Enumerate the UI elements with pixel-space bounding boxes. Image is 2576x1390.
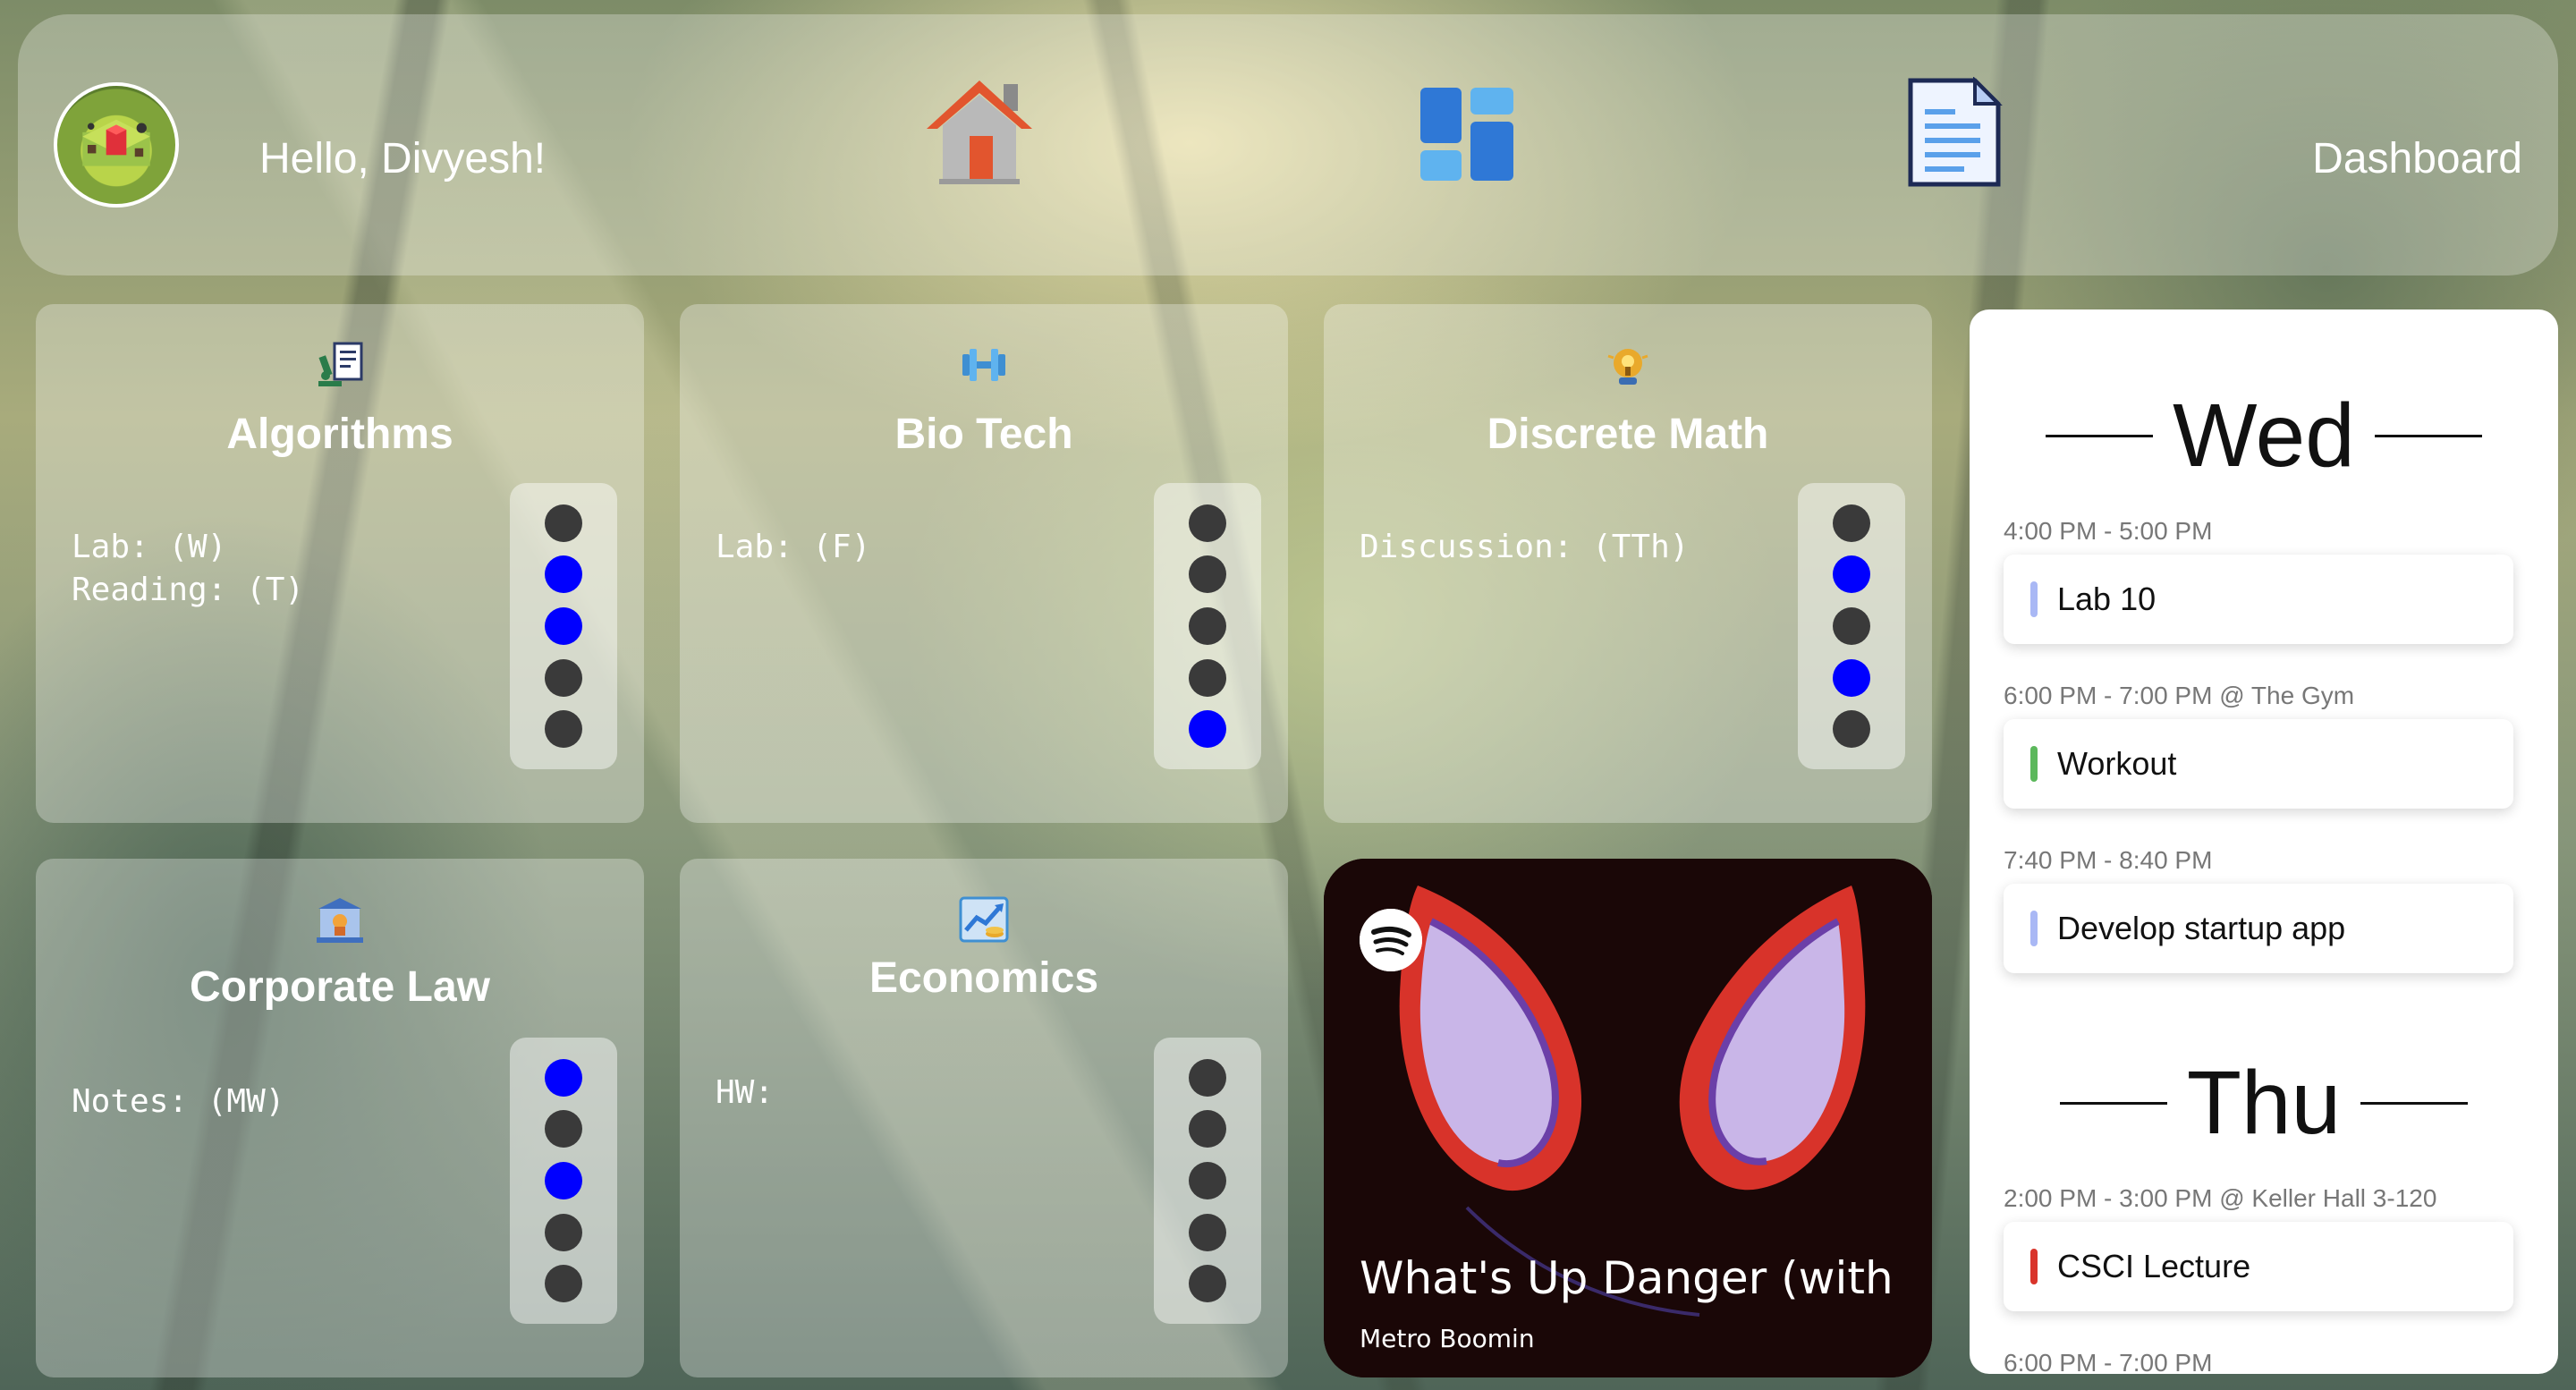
event-color-bar bbox=[2030, 911, 2038, 946]
progress-dot-filled[interactable] bbox=[545, 1058, 582, 1097]
lightbulb-head-icon bbox=[1607, 349, 1648, 385]
progress-dots bbox=[510, 483, 617, 769]
event-title: Develop startup app bbox=[2057, 910, 2346, 946]
event-time: 4:00 PM - 5:00 PM bbox=[2004, 517, 2213, 545]
avatar[interactable] bbox=[54, 82, 179, 208]
event-time: 6:00 PM - 7:00 PM @ The Gym bbox=[2004, 682, 2355, 709]
progress-dot-filled[interactable] bbox=[1189, 710, 1226, 749]
divider bbox=[2059, 1102, 2167, 1105]
courthouse-icon bbox=[317, 898, 363, 943]
progress-dot[interactable] bbox=[545, 1110, 582, 1148]
song-title: What's Up Danger (with Blackway & Black … bbox=[1360, 1252, 1896, 1304]
microscope-document-icon bbox=[318, 342, 363, 386]
event-color-bar bbox=[2030, 581, 2038, 617]
course-notes: Lab: (F) bbox=[716, 529, 871, 565]
day-label: Wed bbox=[2173, 386, 2355, 486]
day-label: Thu bbox=[2186, 1053, 2342, 1153]
course-title: Discrete Math bbox=[1487, 411, 1769, 458]
chart-increasing-icon bbox=[959, 896, 1009, 943]
progress-dot[interactable] bbox=[1189, 1110, 1226, 1148]
progress-dot-filled[interactable] bbox=[545, 606, 582, 645]
progress-dot-filled[interactable] bbox=[545, 555, 582, 594]
progress-dot[interactable] bbox=[1189, 504, 1226, 542]
event-item[interactable]: Develop startup app bbox=[2004, 884, 2513, 973]
progress-dot[interactable] bbox=[1833, 606, 1870, 645]
progress-dot[interactable] bbox=[1833, 504, 1870, 542]
progress-dots bbox=[1154, 483, 1261, 769]
progress-dot[interactable] bbox=[545, 1265, 582, 1303]
divider bbox=[2374, 435, 2482, 437]
layout-grid-icon[interactable] bbox=[1419, 86, 1517, 189]
calendar-panel: Wed 4:00 PM - 5:00 PM Lab 10 6:00 PM - 7… bbox=[1970, 309, 2558, 1374]
event-title: Workout bbox=[2057, 745, 2177, 782]
artist-name: Metro Boomin bbox=[1360, 1324, 1535, 1353]
progress-dot-filled[interactable] bbox=[1833, 658, 1870, 697]
course-title: Economics bbox=[869, 954, 1099, 1002]
course-notes: Lab: (W) Reading: (T) bbox=[72, 529, 305, 608]
progress-dots bbox=[1154, 1038, 1261, 1324]
course-title: Algorithms bbox=[226, 411, 453, 458]
progress-dot-filled[interactable] bbox=[1833, 555, 1870, 594]
dashboard-link[interactable]: Dashboard bbox=[2312, 134, 2522, 183]
dumbbell-icon bbox=[962, 349, 1005, 381]
spotify-icon[interactable] bbox=[1360, 909, 1422, 971]
event-title: CSCI Lecture bbox=[2057, 1248, 2251, 1284]
progress-dot[interactable] bbox=[1189, 1265, 1226, 1303]
progress-dot[interactable] bbox=[1189, 1161, 1226, 1199]
avatar-image bbox=[82, 119, 150, 166]
event-time: 6:00 PM - 7:00 PM bbox=[2004, 1349, 2213, 1374]
progress-dot[interactable] bbox=[545, 658, 582, 697]
event-title: Lab 10 bbox=[2057, 581, 2157, 617]
event-item[interactable]: Lab 10 bbox=[2004, 555, 2513, 644]
divider bbox=[2046, 435, 2154, 437]
day-header: Thu bbox=[1970, 1052, 2558, 1155]
progress-dot[interactable] bbox=[545, 504, 582, 542]
progress-dot[interactable] bbox=[1833, 710, 1870, 749]
event-item[interactable]: CSCI Lecture bbox=[2004, 1222, 2513, 1311]
progress-dot[interactable] bbox=[1189, 606, 1226, 645]
course-notes: Notes: (MW) bbox=[72, 1083, 285, 1120]
event-time: 7:40 PM - 8:40 PM bbox=[2004, 846, 2213, 874]
course-card-economics[interactable]: Economics HW: bbox=[680, 859, 1288, 1377]
course-card-corporate-law[interactable]: Corporate Law Notes: (MW) bbox=[36, 859, 644, 1377]
event-item[interactable]: Workout bbox=[2004, 719, 2513, 809]
music-player-card[interactable]: What's Up Danger (with Blackway & Black … bbox=[1324, 859, 1932, 1377]
progress-dot[interactable] bbox=[545, 1213, 582, 1251]
course-notes: HW: bbox=[716, 1074, 775, 1111]
course-card-discrete-math[interactable]: Discrete Math Discussion: (TTh) bbox=[1324, 304, 1932, 823]
event-color-bar bbox=[2030, 746, 2038, 782]
progress-dot[interactable] bbox=[1189, 555, 1226, 594]
progress-dots bbox=[1798, 483, 1905, 769]
course-notes: Discussion: (TTh) bbox=[1360, 529, 1690, 565]
greeting-text: Hello, Divyesh! bbox=[259, 135, 547, 182]
divider bbox=[2360, 1102, 2469, 1105]
progress-dot[interactable] bbox=[545, 710, 582, 749]
progress-dots bbox=[510, 1038, 617, 1324]
course-card-bio-tech[interactable]: Bio Tech Lab: (F) bbox=[680, 304, 1288, 823]
course-title: Corporate Law bbox=[189, 963, 491, 1011]
progress-dot-filled[interactable] bbox=[545, 1161, 582, 1199]
house-icon[interactable] bbox=[921, 73, 1038, 194]
day-header: Wed bbox=[1970, 385, 2558, 487]
progress-dot[interactable] bbox=[1189, 658, 1226, 697]
course-card-algorithms[interactable]: Algorithms Lab: (W) Reading: (T) bbox=[36, 304, 644, 823]
top-bar: Hello, Divyesh! Dashboard bbox=[18, 14, 2558, 275]
document-icon[interactable] bbox=[1903, 76, 2004, 192]
event-time: 2:00 PM - 3:00 PM @ Keller Hall 3-120 bbox=[2004, 1184, 2437, 1212]
progress-dot[interactable] bbox=[1189, 1213, 1226, 1251]
course-title: Bio Tech bbox=[894, 411, 1073, 458]
progress-dot[interactable] bbox=[1189, 1058, 1226, 1097]
event-color-bar bbox=[2030, 1249, 2038, 1284]
